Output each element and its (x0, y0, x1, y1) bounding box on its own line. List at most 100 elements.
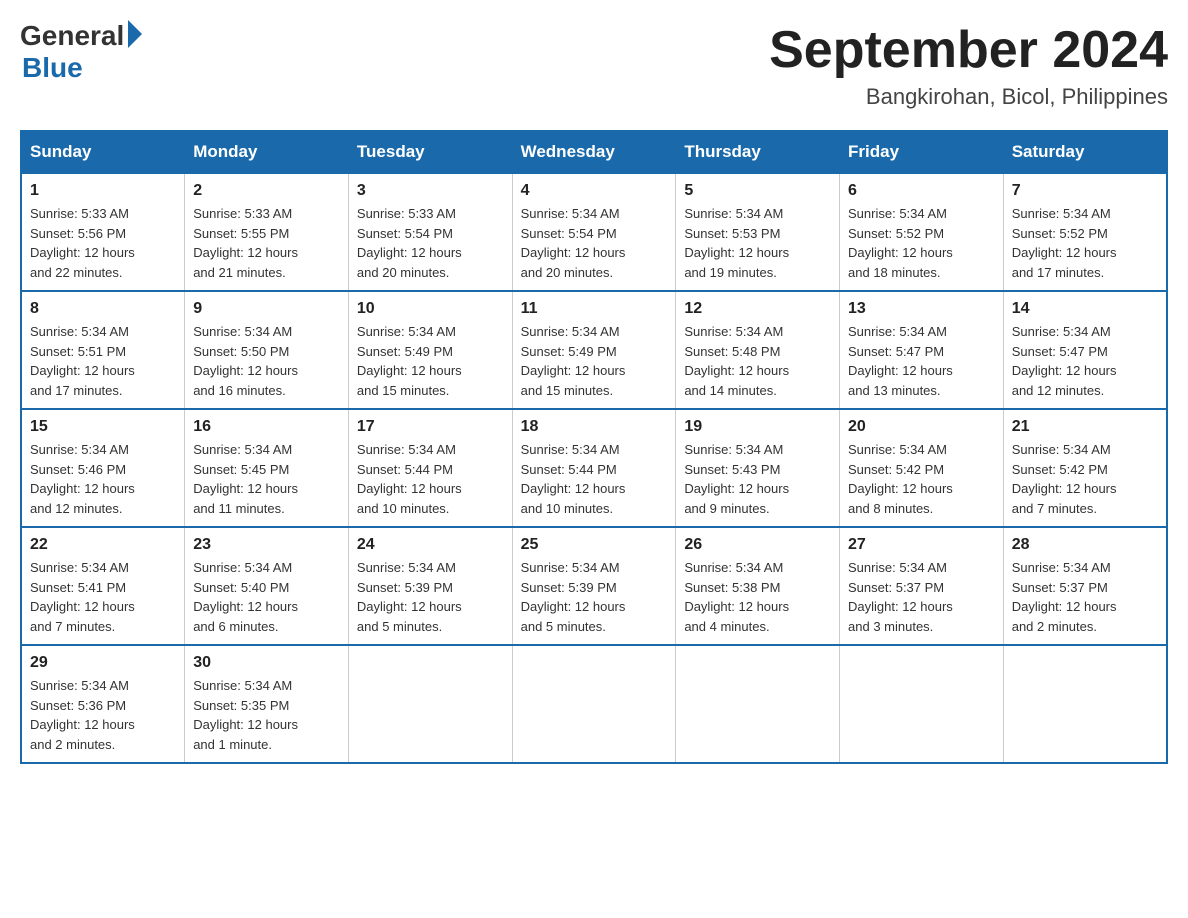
day-info: Sunrise: 5:34 AMSunset: 5:50 PMDaylight:… (193, 322, 340, 400)
day-number: 28 (1012, 536, 1158, 554)
day-info: Sunrise: 5:34 AMSunset: 5:45 PMDaylight:… (193, 440, 340, 518)
day-info: Sunrise: 5:33 AMSunset: 5:56 PMDaylight:… (30, 204, 176, 282)
day-info: Sunrise: 5:34 AMSunset: 5:37 PMDaylight:… (848, 558, 995, 636)
calendar-week-1: 1Sunrise: 5:33 AMSunset: 5:56 PMDaylight… (21, 173, 1167, 291)
calendar-cell: 5 Sunrise: 5:34 AMSunset: 5:53 PMDaylight… (676, 173, 840, 291)
day-number: 21 (1012, 418, 1158, 436)
calendar-cell: 11 Sunrise: 5:34 AMSunset: 5:49 PMDayligh… (512, 291, 676, 409)
day-number: 25 (521, 536, 668, 554)
calendar-cell: 6 Sunrise: 5:34 AMSunset: 5:52 PMDaylight… (840, 173, 1004, 291)
day-info: Sunrise: 5:34 AMSunset: 5:39 PMDaylight:… (521, 558, 668, 636)
calendar-cell (512, 645, 676, 763)
calendar-cell (676, 645, 840, 763)
location-subtitle: Bangkirohan, Bicol, Philippines (769, 84, 1168, 110)
calendar-cell (348, 645, 512, 763)
day-info: Sunrise: 5:34 AMSunset: 5:54 PMDaylight:… (521, 204, 668, 282)
day-number: 15 (30, 418, 176, 436)
day-info: Sunrise: 5:34 AMSunset: 5:42 PMDaylight:… (848, 440, 995, 518)
day-info: Sunrise: 5:34 AMSunset: 5:38 PMDaylight:… (684, 558, 831, 636)
calendar-cell: 23Sunrise: 5:34 AMSunset: 5:40 PMDayligh… (185, 527, 349, 645)
calendar-cell: 18Sunrise: 5:34 AMSunset: 5:44 PMDayligh… (512, 409, 676, 527)
day-number: 29 (30, 654, 176, 672)
day-info: Sunrise: 5:34 AMSunset: 5:47 PMDaylight:… (848, 322, 995, 400)
calendar-week-2: 8 Sunrise: 5:34 AMSunset: 5:51 PMDaylight… (21, 291, 1167, 409)
day-number: 9 (193, 300, 340, 318)
day-number: 2 (193, 182, 340, 200)
calendar-cell: 16 Sunrise: 5:34 AMSunset: 5:45 PMDayligh… (185, 409, 349, 527)
day-info: Sunrise: 5:34 AMSunset: 5:43 PMDaylight:… (684, 440, 831, 518)
logo-general-text: General (20, 20, 124, 52)
day-number: 13 (848, 300, 995, 318)
calendar-cell: 19Sunrise: 5:34 AMSunset: 5:43 PMDayligh… (676, 409, 840, 527)
page-header: General Blue September 2024 Bangkirohan,… (20, 20, 1168, 110)
logo-arrow-icon (128, 20, 142, 48)
day-number: 23 (193, 536, 340, 554)
day-info: Sunrise: 5:34 AMSunset: 5:37 PMDaylight:… (1012, 558, 1158, 636)
day-number: 18 (521, 418, 668, 436)
day-number: 4 (521, 182, 668, 200)
calendar-cell: 27 Sunrise: 5:34 AMSunset: 5:37 PMDayligh… (840, 527, 1004, 645)
header-thursday: Thursday (676, 131, 840, 173)
calendar-cell: 8 Sunrise: 5:34 AMSunset: 5:51 PMDaylight… (21, 291, 185, 409)
day-number: 26 (684, 536, 831, 554)
day-info: Sunrise: 5:33 AMSunset: 5:54 PMDaylight:… (357, 204, 504, 282)
day-number: 17 (357, 418, 504, 436)
day-info: Sunrise: 5:34 AMSunset: 5:48 PMDaylight:… (684, 322, 831, 400)
calendar-cell: 3Sunrise: 5:33 AMSunset: 5:54 PMDaylight… (348, 173, 512, 291)
day-info: Sunrise: 5:34 AMSunset: 5:53 PMDaylight:… (684, 204, 831, 282)
calendar-week-5: 29 Sunrise: 5:34 AMSunset: 5:36 PMDayligh… (21, 645, 1167, 763)
calendar-cell: 1Sunrise: 5:33 AMSunset: 5:56 PMDaylight… (21, 173, 185, 291)
day-info: Sunrise: 5:34 AMSunset: 5:51 PMDaylight:… (30, 322, 176, 400)
calendar-cell: 21Sunrise: 5:34 AMSunset: 5:42 PMDayligh… (1003, 409, 1167, 527)
day-number: 6 (848, 182, 995, 200)
day-number: 11 (521, 300, 668, 318)
header-friday: Friday (840, 131, 1004, 173)
calendar-header-row: SundayMondayTuesdayWednesdayThursdayFrid… (21, 131, 1167, 173)
day-number: 20 (848, 418, 995, 436)
day-number: 24 (357, 536, 504, 554)
day-number: 12 (684, 300, 831, 318)
day-info: Sunrise: 5:34 AMSunset: 5:44 PMDaylight:… (357, 440, 504, 518)
day-info: Sunrise: 5:34 AMSunset: 5:35 PMDaylight:… (193, 676, 340, 754)
calendar-title: September 2024 (769, 20, 1168, 80)
calendar-cell: 22Sunrise: 5:34 AMSunset: 5:41 PMDayligh… (21, 527, 185, 645)
day-number: 14 (1012, 300, 1158, 318)
day-info: Sunrise: 5:34 AMSunset: 5:52 PMDaylight:… (1012, 204, 1158, 282)
day-info: Sunrise: 5:34 AMSunset: 5:52 PMDaylight:… (848, 204, 995, 282)
calendar-cell: 14 Sunrise: 5:34 AMSunset: 5:47 PMDayligh… (1003, 291, 1167, 409)
day-number: 7 (1012, 182, 1158, 200)
calendar-cell: 26 Sunrise: 5:34 AMSunset: 5:38 PMDayligh… (676, 527, 840, 645)
header-tuesday: Tuesday (348, 131, 512, 173)
day-info: Sunrise: 5:33 AMSunset: 5:55 PMDaylight:… (193, 204, 340, 282)
calendar-cell: 28 Sunrise: 5:34 AMSunset: 5:37 PMDayligh… (1003, 527, 1167, 645)
calendar-week-4: 22Sunrise: 5:34 AMSunset: 5:41 PMDayligh… (21, 527, 1167, 645)
header-saturday: Saturday (1003, 131, 1167, 173)
header-sunday: Sunday (21, 131, 185, 173)
day-number: 30 (193, 654, 340, 672)
logo: General Blue (20, 20, 142, 84)
calendar-cell: 29 Sunrise: 5:34 AMSunset: 5:36 PMDayligh… (21, 645, 185, 763)
day-info: Sunrise: 5:34 AMSunset: 5:49 PMDaylight:… (521, 322, 668, 400)
calendar-cell: 4 Sunrise: 5:34 AMSunset: 5:54 PMDaylight… (512, 173, 676, 291)
day-info: Sunrise: 5:34 AMSunset: 5:47 PMDaylight:… (1012, 322, 1158, 400)
calendar-cell: 24 Sunrise: 5:34 AMSunset: 5:39 PMDayligh… (348, 527, 512, 645)
day-info: Sunrise: 5:34 AMSunset: 5:36 PMDaylight:… (30, 676, 176, 754)
logo-blue-text: Blue (22, 52, 83, 84)
header-wednesday: Wednesday (512, 131, 676, 173)
day-number: 22 (30, 536, 176, 554)
day-number: 10 (357, 300, 504, 318)
day-number: 16 (193, 418, 340, 436)
calendar-cell: 13 Sunrise: 5:34 AMSunset: 5:47 PMDayligh… (840, 291, 1004, 409)
calendar-week-3: 15Sunrise: 5:34 AMSunset: 5:46 PMDayligh… (21, 409, 1167, 527)
calendar-cell: 2 Sunrise: 5:33 AMSunset: 5:55 PMDaylight… (185, 173, 349, 291)
calendar-cell: 20 Sunrise: 5:34 AMSunset: 5:42 PMDayligh… (840, 409, 1004, 527)
header-monday: Monday (185, 131, 349, 173)
calendar-cell: 25 Sunrise: 5:34 AMSunset: 5:39 PMDayligh… (512, 527, 676, 645)
day-info: Sunrise: 5:34 AMSunset: 5:39 PMDaylight:… (357, 558, 504, 636)
day-number: 8 (30, 300, 176, 318)
calendar-cell: 17 Sunrise: 5:34 AMSunset: 5:44 PMDayligh… (348, 409, 512, 527)
day-number: 27 (848, 536, 995, 554)
title-block: September 2024 Bangkirohan, Bicol, Phili… (769, 20, 1168, 110)
day-number: 5 (684, 182, 831, 200)
calendar-cell: 7 Sunrise: 5:34 AMSunset: 5:52 PMDaylight… (1003, 173, 1167, 291)
